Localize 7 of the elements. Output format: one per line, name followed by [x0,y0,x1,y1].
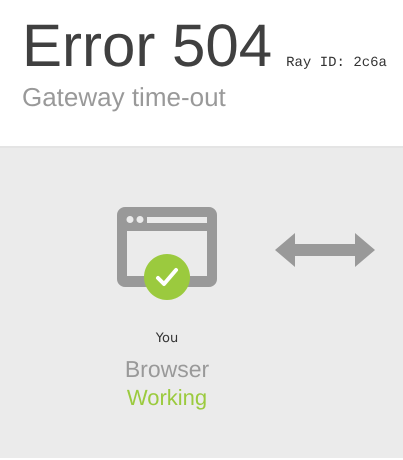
error-title: Error 504 [22,12,272,80]
double-arrow-icon [275,233,375,267]
node-status: Working [126,385,208,411]
error-subtitle: Gateway time-out [22,82,227,113]
node-caption: You [156,331,178,346]
ray-id: Ray ID: 2c6a [286,55,387,71]
node-name: Browser [124,356,210,383]
